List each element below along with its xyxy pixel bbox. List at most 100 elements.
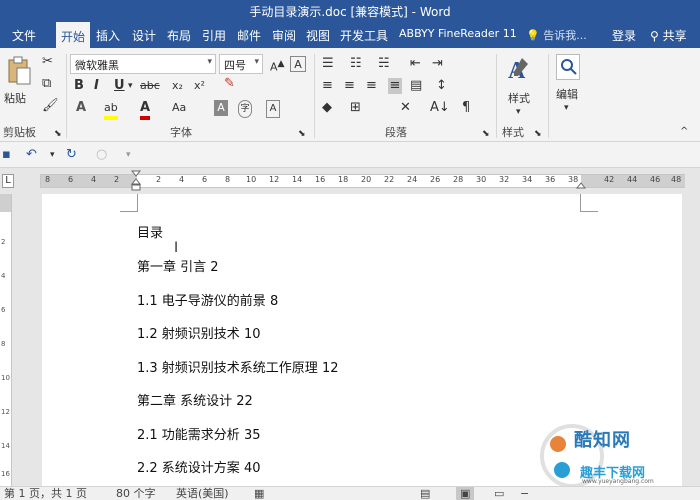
tab-home[interactable]: 开始	[56, 22, 91, 48]
circle-icon[interactable]: ○	[96, 147, 107, 163]
highlight-button[interactable]: ab	[104, 100, 118, 120]
shading-icon[interactable]: ◆	[322, 100, 332, 116]
styles-icon[interactable]: A	[506, 54, 530, 84]
ruler-tick: 48	[671, 175, 682, 184]
font-name-select[interactable]: 微软雅黑 ▾	[70, 54, 216, 74]
save-icon[interactable]: ▪	[2, 147, 11, 163]
tab-review[interactable]: 审阅	[268, 26, 300, 45]
ruler-tick: 12	[269, 175, 280, 184]
search-icon[interactable]	[556, 54, 580, 80]
paragraph-group-label: 段落	[385, 126, 407, 139]
macro-icon[interactable]: ▦	[254, 487, 264, 500]
bullets-icon[interactable]: ☰	[322, 56, 334, 72]
web-layout-icon[interactable]: ▭	[494, 487, 504, 500]
read-mode-icon[interactable]: ▤	[420, 487, 430, 500]
ruler-tick: 44	[627, 175, 638, 184]
customize-qat-icon[interactable]: ▾	[126, 147, 131, 163]
tab-view[interactable]: 视图	[302, 26, 334, 45]
align-right-icon[interactable]: ≡	[366, 78, 377, 94]
grow-font-icon[interactable]: A▲	[270, 56, 285, 76]
toc-entry[interactable]: 第二章 系统设计 22	[137, 390, 253, 409]
clear-format-icon[interactable]: A	[290, 56, 306, 72]
numbering-icon[interactable]: ☷	[350, 56, 362, 72]
tab-references[interactable]: 引用	[198, 26, 230, 45]
zoom-out-icon[interactable]: −	[520, 487, 529, 500]
print-layout-icon[interactable]: ▣	[456, 487, 475, 500]
font-group-label: 字体	[170, 126, 192, 139]
distributed-icon[interactable]: ▤	[410, 78, 422, 94]
asian-layout-icon[interactable]: A↓	[430, 100, 450, 116]
text-effect-icon[interactable]: A	[76, 100, 86, 116]
line-spacing-icon[interactable]: ↕	[436, 78, 447, 94]
undo-icon[interactable]: ↶	[26, 147, 37, 163]
char-shading-icon[interactable]: A	[214, 100, 228, 116]
ruler-tick: 2	[1, 238, 6, 246]
cut-icon[interactable]: ✂	[42, 54, 53, 70]
superscript-button[interactable]: x²	[194, 78, 205, 94]
word-count[interactable]: 80 个字	[116, 487, 156, 500]
person-icon: ⚲	[650, 29, 659, 43]
borders-icon[interactable]: ⊞	[350, 100, 361, 116]
bold-button[interactable]: B	[74, 78, 84, 94]
paste-icon[interactable]	[6, 56, 32, 86]
login-button[interactable]: 登录	[612, 27, 636, 44]
char-border-icon[interactable]: A	[266, 100, 280, 118]
ruler-tick: 46	[650, 175, 661, 184]
align-left-icon[interactable]: ≡	[322, 78, 333, 94]
tab-mailings[interactable]: 邮件	[233, 26, 265, 45]
font-size-select[interactable]: 四号 ▾	[219, 54, 263, 74]
ruler-area: L 8 6 4 2 2 4 6 8 10 12 14 16 18 20 22 2…	[0, 168, 700, 194]
toc-heading[interactable]: 目录	[137, 222, 163, 241]
align-center-icon[interactable]: ≡	[344, 78, 355, 94]
chevron-down-icon[interactable]: ▾	[128, 78, 133, 94]
chevron-down-icon[interactable]: ▾	[50, 147, 55, 163]
page-count[interactable]: 第 1 页，共 1 页	[4, 487, 87, 500]
enclose-char-icon[interactable]: 字	[238, 100, 252, 118]
toc-entry[interactable]: 1.2 射频识别技术 10	[137, 323, 260, 342]
vertical-ruler[interactable]: 2 4 6 8 10 12 14 16	[0, 194, 12, 486]
change-case-button[interactable]: Aa	[172, 100, 186, 116]
paste-label: 粘贴	[4, 92, 26, 105]
italic-button[interactable]: I	[94, 78, 99, 94]
show-marks-icon[interactable]: ¶	[462, 100, 470, 116]
decrease-indent-icon[interactable]: ⇤	[410, 56, 421, 72]
toc-entry[interactable]: 2.1 功能需求分析 35	[137, 424, 260, 443]
toc-entry[interactable]: 2.2 系统设计方案 40	[137, 457, 260, 476]
dialog-launcher-icon[interactable]: ⬊	[54, 126, 62, 142]
toc-entry[interactable]: 1.3 射频识别技术系统工作原理 12	[137, 357, 338, 376]
redo-icon[interactable]: ↻	[66, 147, 77, 163]
toc-entry[interactable]: 第一章 引言 2	[137, 256, 219, 275]
tab-developer[interactable]: 开发工具	[336, 26, 392, 45]
dialog-launcher-icon[interactable]: ⬊	[482, 126, 490, 142]
dialog-launcher-icon[interactable]: ⬊	[298, 126, 306, 142]
font-color-button[interactable]: A	[140, 100, 151, 120]
increase-indent-icon[interactable]: ⇥	[432, 56, 443, 72]
tab-selector-icon[interactable]: L	[2, 174, 14, 188]
multilevel-list-icon[interactable]: ☵	[378, 56, 390, 72]
crop-mark	[120, 194, 138, 212]
justify-icon[interactable]: ≡	[388, 78, 402, 94]
ruler-tick: 6	[1, 306, 6, 314]
indent-marker-icon[interactable]	[131, 170, 141, 192]
collapse-ribbon-icon[interactable]: ^	[680, 124, 688, 140]
copy-icon[interactable]: ⧉	[42, 76, 51, 92]
language-status[interactable]: 英语(美国)	[176, 487, 229, 500]
underline-button[interactable]: U	[114, 78, 125, 94]
right-indent-marker-icon[interactable]	[576, 180, 586, 190]
tell-me-box[interactable]: 💡 告诉我...	[526, 27, 587, 43]
tab-file[interactable]: 文件	[8, 26, 40, 45]
tab-design[interactable]: 设计	[128, 26, 160, 45]
tab-layout[interactable]: 布局	[163, 26, 195, 45]
strikethrough-button[interactable]: abc	[140, 78, 160, 94]
ruler-tick: 20	[361, 175, 372, 184]
dialog-launcher-icon[interactable]: ⬊	[534, 126, 542, 142]
text-effects-icon[interactable]: ✎	[224, 76, 235, 92]
tab-insert[interactable]: 插入	[92, 26, 124, 45]
sort-icon[interactable]: ✕	[400, 100, 411, 116]
share-button[interactable]: ⚲ 共享	[650, 27, 687, 44]
tab-abbyy[interactable]: ABBYY FineReader 11	[395, 26, 521, 41]
subscript-button[interactable]: x₂	[172, 78, 183, 94]
lightbulb-icon: 💡	[526, 29, 540, 42]
toc-entry[interactable]: 1.1 电子导游仪的前景 8	[137, 290, 278, 309]
format-painter-icon[interactable]: 🖌	[42, 98, 59, 114]
